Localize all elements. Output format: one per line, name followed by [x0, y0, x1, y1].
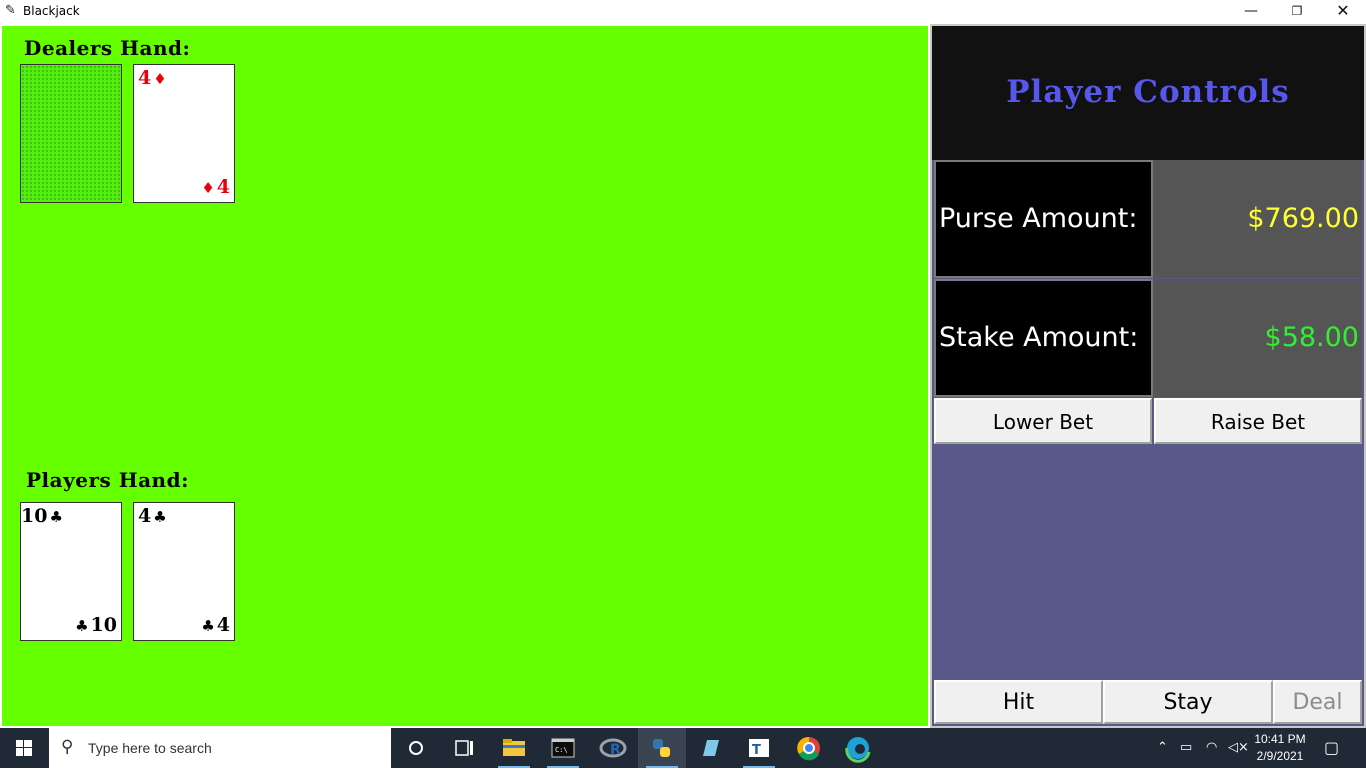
cortana-icon[interactable] — [392, 728, 440, 768]
typora-icon[interactable]: T — [735, 728, 783, 768]
purse-amount-value: $769.00 — [1153, 160, 1362, 278]
player-card-1: 10 ♣ ♣ 10 — [20, 502, 122, 641]
edge-icon[interactable] — [834, 728, 882, 768]
window-title: Blackjack — [23, 4, 80, 18]
card-corner-bottom: ♦ 4 — [201, 176, 230, 198]
player-hand-label: Players Hand: — [26, 468, 189, 492]
minimize-button[interactable]: — — [1228, 0, 1274, 24]
battery-icon[interactable]: ▭ — [1180, 728, 1192, 768]
taskbar-clock[interactable]: 10:41 PM 2/9/2021 — [1252, 731, 1308, 765]
card-table: Dealers Hand: 4 ♦ ♦ 4 Players Hand: 10 ♣ ♣ 1… — [2, 26, 928, 726]
dealer-card-face-down — [20, 64, 122, 203]
dealer-hand-label: Dealers Hand: — [24, 36, 191, 60]
raise-bet-button[interactable]: Raise Bet — [1154, 398, 1362, 444]
clock-date: 2/9/2021 — [1256, 749, 1304, 763]
panel-header: Player Controls — [932, 26, 1364, 160]
file-explorer-icon[interactable] — [490, 728, 538, 768]
card-corner-top: 10 ♣ — [21, 505, 63, 527]
stay-button[interactable]: Stay — [1103, 680, 1273, 724]
clock-time: 10:41 PM — [1254, 732, 1306, 746]
hit-button[interactable]: Hit — [934, 680, 1103, 724]
lower-bet-button[interactable]: Lower Bet — [934, 398, 1152, 444]
svg-text:T: T — [752, 743, 761, 758]
r-icon[interactable]: R — [589, 728, 637, 768]
volume-muted-icon[interactable]: ◁× — [1228, 728, 1249, 768]
show-hidden-icons-icon[interactable]: ⌃ — [1157, 728, 1168, 768]
svg-text:R: R — [610, 742, 621, 758]
windows-taskbar: ⚲ Type here to search C:\ R T ⌃ ▭ ◠ ◁× 1… — [0, 728, 1366, 768]
close-button[interactable]: ✕ — [1320, 0, 1366, 24]
chrome-icon[interactable] — [785, 728, 833, 768]
notifications-icon[interactable]: ▢ — [1324, 728, 1339, 768]
wifi-icon[interactable]: ◠ — [1206, 728, 1217, 768]
card-corner-bottom: ♣ 10 — [75, 614, 117, 636]
player-card-2: 4 ♣ ♣ 4 — [133, 502, 235, 641]
restore-button[interactable]: ❐ — [1274, 0, 1320, 24]
search-icon: ⚲ — [61, 737, 74, 757]
stake-amount-label: Stake Amount: — [934, 279, 1153, 397]
feather-app-icon: ✎ — [5, 3, 16, 18]
notepad-icon[interactable] — [686, 728, 734, 768]
card-corner-bottom: ♣ 4 — [201, 614, 230, 636]
task-view-icon[interactable] — [440, 728, 488, 768]
deal-button[interactable]: Deal — [1273, 680, 1362, 724]
window-titlebar: ✎ Blackjack — ❐ ✕ — [0, 0, 1366, 24]
search-placeholder: Type here to search — [88, 740, 212, 756]
taskbar-search-box[interactable]: ⚲ Type here to search — [49, 728, 391, 768]
stake-amount-value: $58.00 — [1153, 279, 1362, 397]
terminal-icon[interactable]: C:\ — [539, 728, 587, 768]
card-corner-top: 4 ♦ — [138, 67, 167, 89]
python-icon[interactable] — [638, 728, 686, 768]
svg-text:C:\: C:\ — [555, 746, 568, 754]
dealer-card-2: 4 ♦ ♦ 4 — [133, 64, 235, 203]
card-corner-top: 4 ♣ — [138, 505, 167, 527]
panel-title: Player Controls — [1006, 74, 1290, 110]
windows-start-icon[interactable] — [0, 728, 48, 768]
purse-amount-label: Purse Amount: — [934, 160, 1153, 278]
